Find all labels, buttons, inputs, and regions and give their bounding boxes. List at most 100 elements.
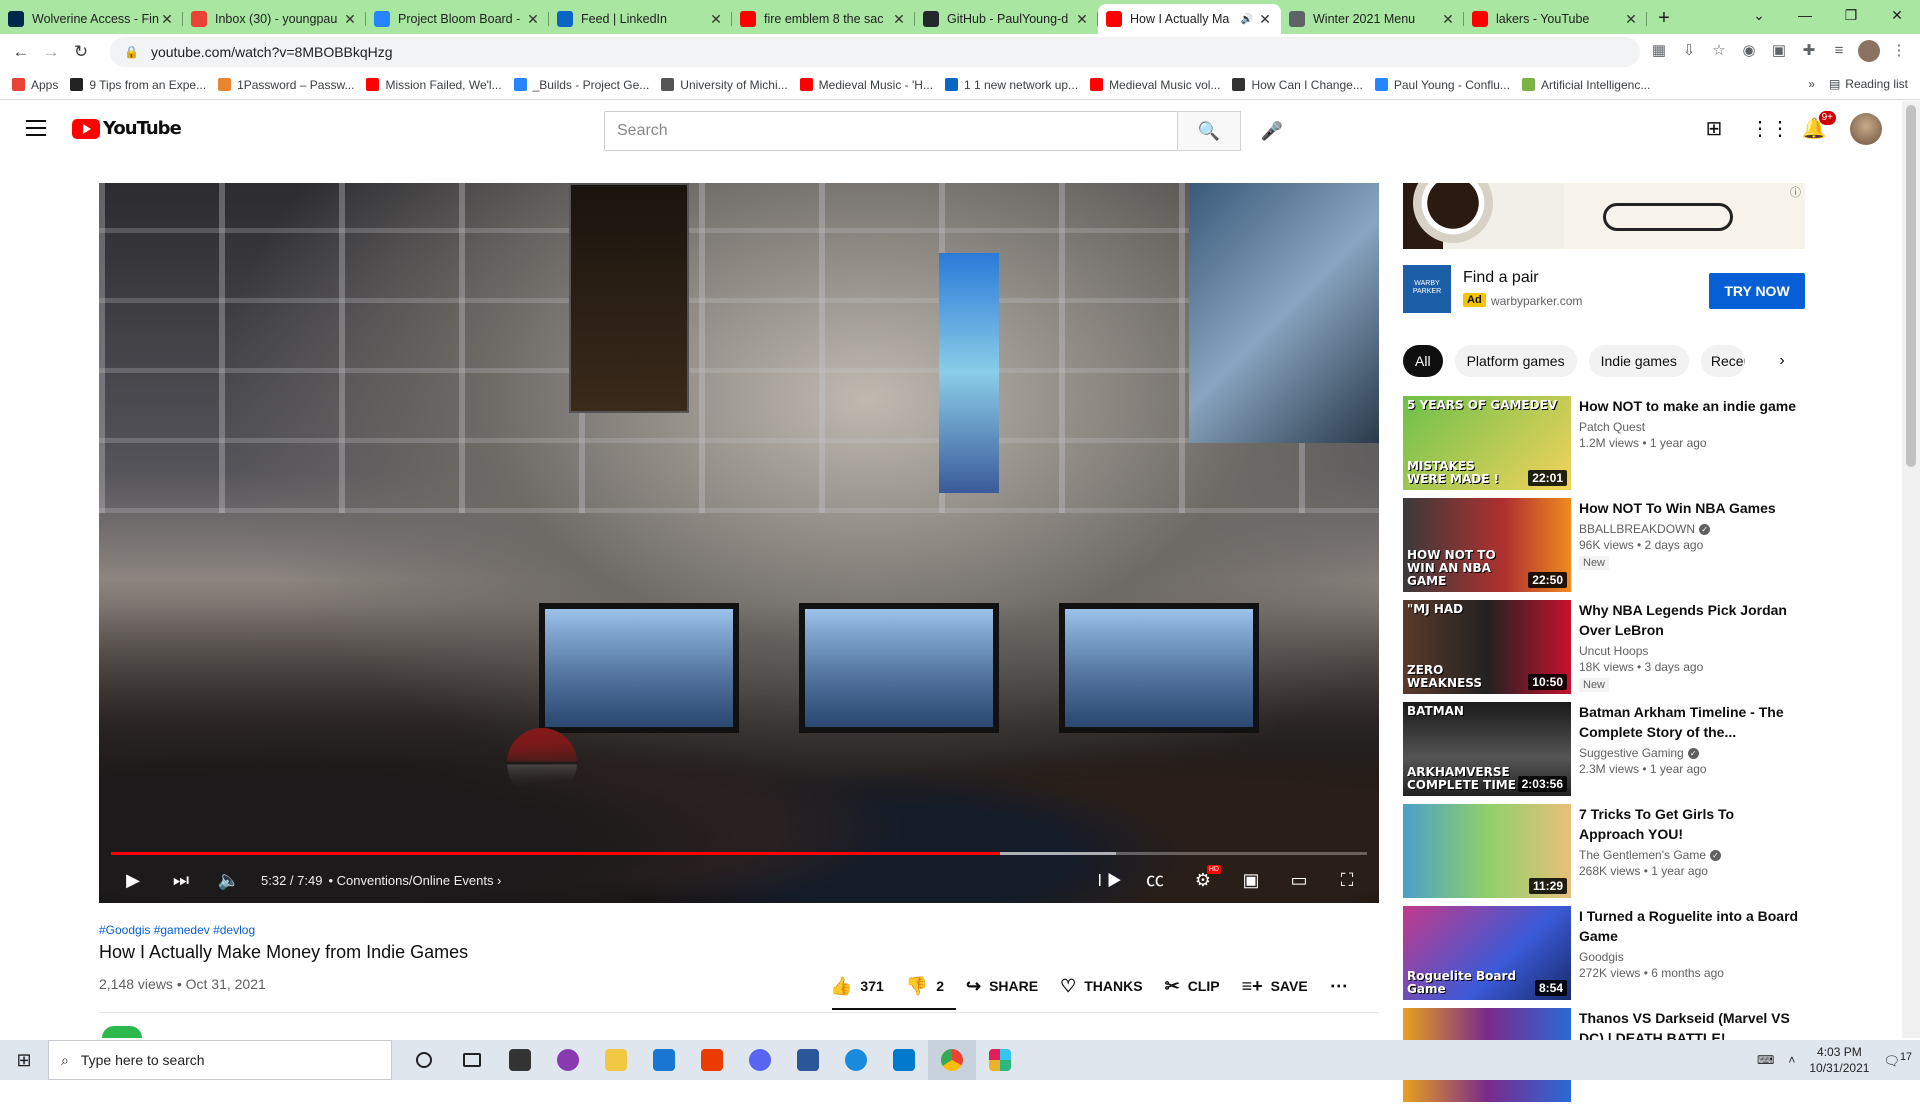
video-thumbnail[interactable]: 11:29 <box>1403 804 1571 898</box>
video-player[interactable]: ▶ ⏭ 🔈 5:32 / 7:49 • Conventions/Online E… <box>99 183 1379 903</box>
vscode-icon[interactable] <box>880 1040 928 1080</box>
video-thumbnail[interactable]: BATMAN ARKHAMVERSE COMPLETE TIME 2:03:56 <box>1403 702 1571 796</box>
hamburger-menu-icon[interactable] <box>26 120 46 136</box>
bookmark-item[interactable]: 9 Tips from an Expe... <box>70 78 206 92</box>
playlist-icon[interactable]: ≡ <box>1828 40 1850 62</box>
video-title[interactable]: Why NBA Legends Pick Jordan Over LeBron <box>1579 600 1799 640</box>
install-icon[interactable]: ⇩ <box>1678 40 1700 62</box>
filter-chip[interactable]: All <box>1403 345 1443 377</box>
filter-chip[interactable]: Recen <box>1700 345 1745 377</box>
video-title[interactable]: How NOT To Win NBA Games <box>1579 498 1799 518</box>
browser-tab[interactable]: fire emblem 8 the sac ✕ <box>732 4 915 34</box>
channel-name[interactable]: Patch Quest <box>1579 420 1799 434</box>
ad-cta-button[interactable]: TRY NOW <box>1709 273 1805 309</box>
browser-tab[interactable]: Winter 2021 Menu ✕ <box>1281 4 1464 34</box>
more-actions-button[interactable]: ⋯ <box>1330 970 1356 1002</box>
cortana-icon[interactable] <box>400 1040 448 1080</box>
channel-name[interactable]: BBALLBREAKDOWN ✓ <box>1579 522 1799 536</box>
more-bookmarks-icon[interactable]: » <box>1808 77 1815 91</box>
create-video-icon[interactable]: ⊞ <box>1700 115 1728 143</box>
channel-name[interactable]: The Gentlemen's Game ✓ <box>1579 848 1799 862</box>
video-thumbnail[interactable]: HOW NOT TO WIN AN NBA GAME 22:50 <box>1403 498 1571 592</box>
notifications-bell-icon[interactable]: 🔔 9+ <box>1800 111 1836 143</box>
fullscreen-icon[interactable]: ⛶ <box>1323 857 1371 903</box>
extensions-puzzle-icon[interactable]: ✚ <box>1798 40 1820 62</box>
filter-chip[interactable]: Indie games <box>1588 345 1689 377</box>
back-arrow-icon[interactable]: ← <box>6 42 36 62</box>
tab-close-icon[interactable]: ✕ <box>1074 11 1090 28</box>
recommended-video[interactable]: BATMAN ARKHAMVERSE COMPLETE TIME 2:03:56 Ba… <box>1403 702 1805 804</box>
video-thumbnail[interactable]: "MJ HAD ZERO WEAKNESS 10:50 <box>1403 600 1571 694</box>
video-thumbnail[interactable]: Roguelite Board Game 8:54 <box>1403 906 1571 1000</box>
settings-gear-icon[interactable]: ⚙ HD <box>1179 857 1227 903</box>
office-icon[interactable] <box>688 1040 736 1080</box>
tab-audio-icon[interactable]: 🔊 <box>1241 14 1253 25</box>
browser-tab[interactable]: Wolverine Access - Fin ✕ <box>0 4 183 34</box>
channel-name[interactable]: Uncut Hoops <box>1579 644 1799 658</box>
apps-grid-icon[interactable]: ⋮⋮ <box>1750 115 1790 143</box>
bookmark-item[interactable]: 1Password – Passw... <box>218 78 354 92</box>
keyboard-icon[interactable]: ⌨ <box>1757 1053 1774 1067</box>
star-icon[interactable]: ☆ <box>1708 40 1730 62</box>
tab-close-icon[interactable]: ✕ <box>159 11 175 28</box>
action-center-icon[interactable]: 🗨17 <box>1883 1051 1912 1069</box>
tab-close-icon[interactable]: ✕ <box>1623 11 1639 28</box>
word-icon[interactable] <box>784 1040 832 1080</box>
recommended-video[interactable]: HOW NOT TO WIN AN NBA GAME 22:50 How NOT T… <box>1403 498 1805 600</box>
like-button[interactable]: 👍 371 <box>830 970 884 1002</box>
windows-start-icon[interactable]: ⊞ <box>0 1050 48 1071</box>
mail-icon[interactable] <box>640 1040 688 1080</box>
tab-close-icon[interactable]: ✕ <box>891 11 907 28</box>
bookmark-item[interactable]: Paul Young - Conflu... <box>1374 78 1510 92</box>
new-tab-button[interactable]: + <box>1647 4 1681 34</box>
miniplayer-icon[interactable]: ▣ <box>1227 857 1275 903</box>
page-scrollbar[interactable] <box>1902 101 1920 1038</box>
captions-icon[interactable]: ㏄ <box>1131 857 1179 903</box>
edge-icon[interactable] <box>832 1040 880 1080</box>
tab-close-icon[interactable]: ✕ <box>1257 11 1273 28</box>
recommended-video[interactable]: 11:29 7 Tricks To Get Girls To Approach Y… <box>1403 804 1805 906</box>
account-avatar[interactable] <box>1850 113 1882 145</box>
channel-avatar[interactable] <box>102 1026 142 1038</box>
browser-tab[interactable]: Project Bloom Board - ✕ <box>366 4 549 34</box>
bookmark-item[interactable]: Artificial Intelligenc... <box>1521 78 1650 92</box>
ad-info-icon[interactable]: ⓘ <box>1790 184 1801 200</box>
dislike-button[interactable]: 👎 2 <box>906 970 944 1002</box>
chrome-icon[interactable] <box>928 1040 976 1080</box>
address-bar[interactable]: 🔒 youtube.com/watch?v=8MBOBBkqHzg <box>110 37 1640 67</box>
tab-close-icon[interactable]: ✕ <box>708 11 724 28</box>
reload-icon[interactable]: ↻ <box>66 42 96 62</box>
ad-card[interactable]: WARBY PARKER Find a pair Ad warbyparker.… <box>1403 265 1805 313</box>
browser-tab[interactable]: Feed | LinkedIn ✕ <box>549 4 732 34</box>
video-progress-bar[interactable] <box>111 852 1367 855</box>
filter-chip[interactable]: Platform games <box>1454 345 1577 377</box>
bookmark-item[interactable]: Mission Failed, We'l... <box>366 78 502 92</box>
search-input[interactable]: Search <box>604 111 1178 151</box>
play-icon[interactable]: ▶ <box>109 857 157 903</box>
recommended-video[interactable]: Roguelite Board Game 8:54 I Turned a Rogue… <box>1403 906 1805 1008</box>
save-button[interactable]: ≡+ SAVE <box>1242 970 1308 1002</box>
video-title[interactable]: 7 Tricks To Get Girls To Approach YOU! <box>1579 804 1799 844</box>
kebab-menu-icon[interactable]: ⋮ <box>1888 40 1910 62</box>
next-video-icon[interactable]: ⏭ <box>157 857 205 903</box>
forward-arrow-icon[interactable]: → <box>36 42 66 62</box>
store-icon[interactable] <box>496 1040 544 1080</box>
video-title[interactable]: How NOT to make an indie game <box>1579 396 1799 416</box>
video-title[interactable]: I Turned a Roguelite into a Board Game <box>1579 906 1799 946</box>
file-explorer-icon[interactable] <box>592 1040 640 1080</box>
thanks-button[interactable]: ♡ THANKS <box>1060 970 1142 1002</box>
close-window-button[interactable]: ✕ <box>1874 0 1920 30</box>
browser-tab[interactable]: lakers - YouTube ✕ <box>1464 4 1647 34</box>
bookmark-item[interactable]: Medieval Music - 'H... <box>799 78 933 92</box>
voice-search-button[interactable]: 🎤 <box>1252 111 1292 151</box>
tab-search-icon[interactable]: ⌄ <box>1736 0 1782 30</box>
recommended-video[interactable]: "MJ HAD ZERO WEAKNESS 10:50 Why NBA Legends… <box>1403 600 1805 702</box>
browser-tab[interactable]: How I Actually Ma 🔊 ✕ <box>1098 4 1281 34</box>
clip-button[interactable]: ✂ CLIP <box>1165 970 1220 1002</box>
profile-avatar[interactable] <box>1858 40 1880 62</box>
browser-tab[interactable]: Inbox (30) - youngpau ✕ <box>183 4 366 34</box>
task-view-icon[interactable] <box>448 1040 496 1080</box>
ad-banner-image[interactable] <box>1403 183 1805 249</box>
bookmark-item[interactable]: Medieval Music vol... <box>1090 78 1220 92</box>
channel-name[interactable]: Suggestive Gaming ✓ <box>1579 746 1799 760</box>
